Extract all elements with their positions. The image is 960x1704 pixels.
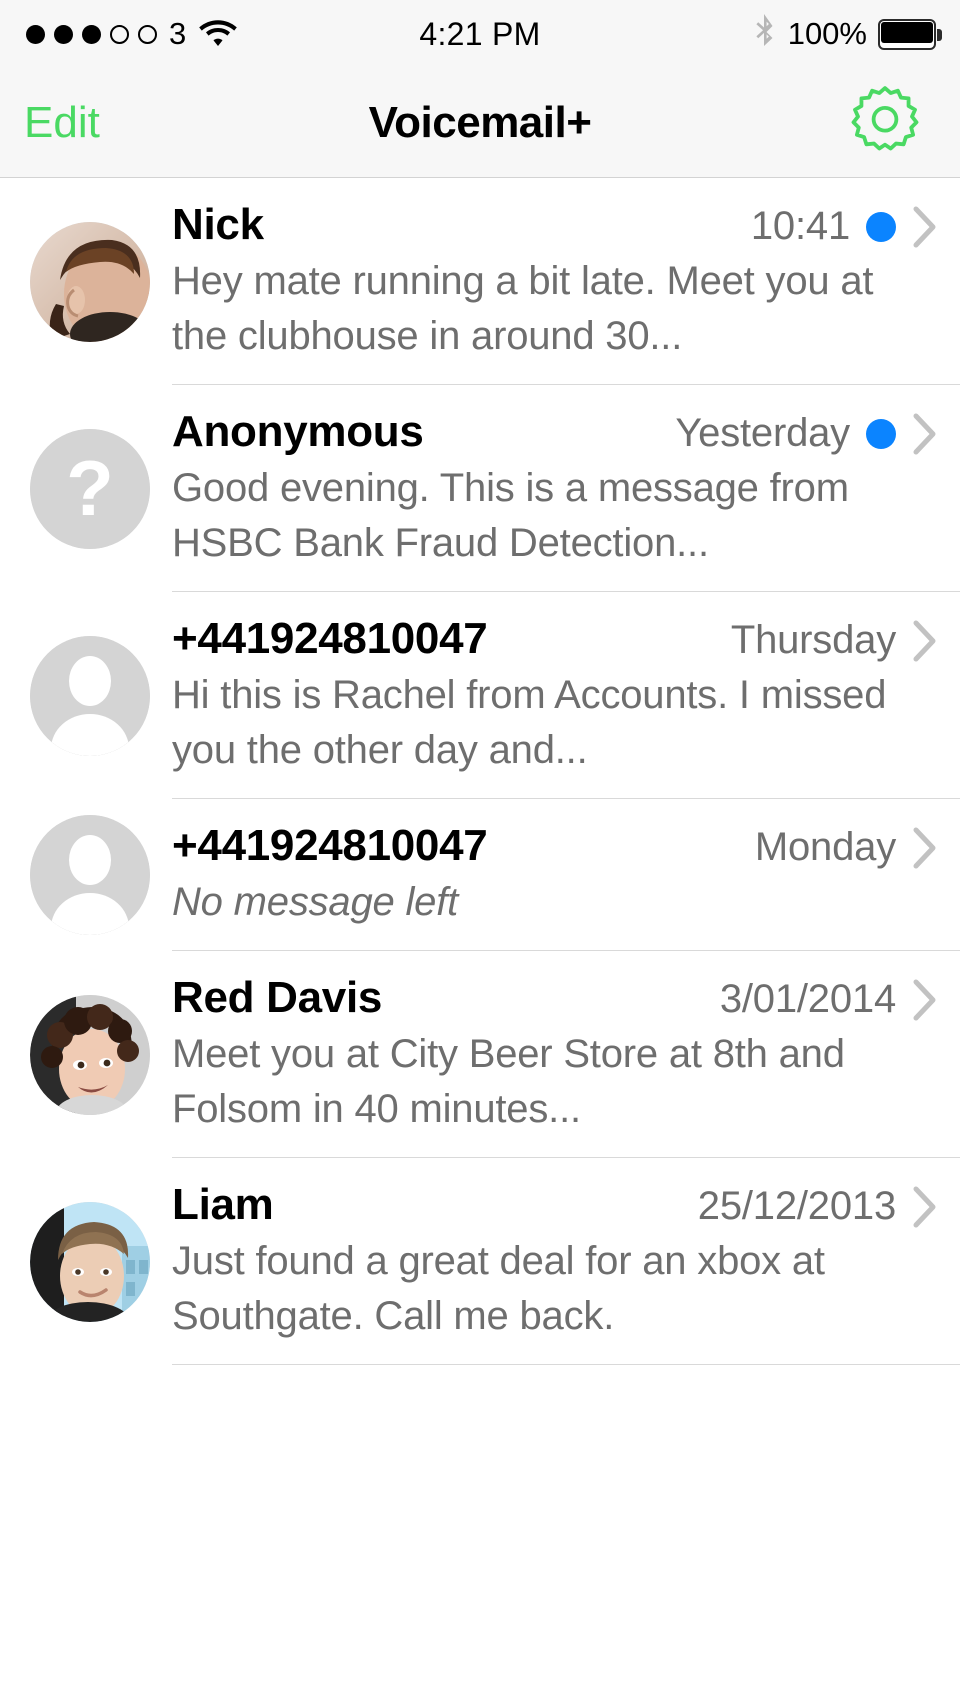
voicemail-timestamp: 25/12/2013 xyxy=(697,1184,896,1228)
avatar-anonymous: ? xyxy=(30,428,150,549)
avatar-container xyxy=(0,1201,172,1322)
voicemail-row[interactable]: Nick 10:41 Hey mate running a bit late. Me… xyxy=(0,178,960,385)
voicemail-row-body: Liam 25/12/2013 Just found a great deal fo… xyxy=(172,1158,960,1365)
voicemail-row-body: +441924810047 Thursday Hi this is Rachel f… xyxy=(172,592,960,799)
voicemail-preview-text: Good evening. This is a message from HSB… xyxy=(172,466,849,565)
page-title: Voicemail+ xyxy=(368,97,592,147)
voicemail-list[interactable]: Nick 10:41 Hey mate running a bit late. Me… xyxy=(0,178,960,1365)
chevron-right-icon[interactable] xyxy=(912,619,938,663)
chevron-right-icon[interactable] xyxy=(912,205,938,249)
voicemail-row-meta: Monday xyxy=(737,825,938,870)
bluetooth-icon xyxy=(755,13,777,55)
voicemail-row-body: Red Davis 3/01/2014 Meet you at City Beer … xyxy=(172,951,960,1158)
unread-indicator-dot xyxy=(866,418,896,449)
voicemail-row-meta: Yesterday xyxy=(657,411,938,456)
voicemail-preview-text: Hi this is Rachel from Accounts. I misse… xyxy=(172,673,887,772)
voicemail-row[interactable]: ? Anonymous Yesterday Good evening. This i… xyxy=(0,385,960,592)
voicemail-row-body: Nick 10:41 Hey mate running a bit late. Me… xyxy=(172,178,960,385)
voicemail-timestamp: Yesterday xyxy=(675,411,850,455)
wifi-icon xyxy=(199,17,238,52)
voicemail-row-meta: 25/12/2013 xyxy=(680,1184,938,1229)
voicemail-row-body: Anonymous Yesterday Good evening. This is … xyxy=(172,385,960,592)
voicemail-row-header: Liam 25/12/2013 xyxy=(172,1158,938,1230)
chevron-right-icon[interactable] xyxy=(912,826,938,870)
voicemail-row[interactable]: Liam 25/12/2013 Just found a great deal fo… xyxy=(0,1158,960,1365)
empty-list-area xyxy=(0,1365,960,1703)
avatar-unknown-contact xyxy=(30,815,150,935)
avatar-nick xyxy=(30,221,150,342)
voicemail-row-header: Red Davis 3/01/2014 xyxy=(172,951,938,1023)
voicemail-row-header: +441924810047 Monday xyxy=(172,799,938,871)
avatar-container xyxy=(0,221,172,342)
chevron-right-icon[interactable] xyxy=(912,1185,938,1229)
battery-icon xyxy=(878,18,942,50)
avatar-unknown-contact xyxy=(30,635,150,756)
voicemail-timestamp: 3/01/2014 xyxy=(719,977,896,1021)
avatar-liam xyxy=(30,1201,150,1322)
voicemail-preview-text: Meet you at City Beer Store at 8th and F… xyxy=(172,1032,845,1131)
svg-text:?: ? xyxy=(66,444,114,532)
battery-percent-label: 100% xyxy=(787,16,867,51)
navigation-bar: Edit Voicemail+ xyxy=(0,68,960,178)
voicemail-sender-name: +441924810047 xyxy=(172,821,488,870)
avatar-container xyxy=(0,635,172,756)
voicemail-row-meta: 10:41 xyxy=(733,204,938,249)
voicemail-row-header: +441924810047 Thursday xyxy=(172,592,938,664)
voicemail-preview-text: Hey mate running a bit late. Meet you at… xyxy=(172,259,874,358)
voicemail-timestamp: 10:41 xyxy=(750,204,850,248)
voicemail-sender-name: Nick xyxy=(172,200,264,249)
voicemail-sender-name: +441924810047 xyxy=(172,614,488,663)
voicemail-timestamp: Monday xyxy=(754,825,896,869)
status-bar-clock: 4:21 PM xyxy=(419,15,541,52)
voicemail-preview-text: Just found a great deal for an xbox at S… xyxy=(172,1239,825,1338)
voicemail-row-header: Nick 10:41 xyxy=(172,178,938,250)
unread-indicator-dot xyxy=(866,211,896,242)
voicemail-row-body: +441924810047 Monday No message left xyxy=(172,799,960,951)
voicemail-sender-name: Red Davis xyxy=(172,973,383,1022)
voicemail-row-meta: Thursday xyxy=(713,618,938,663)
voicemail-sender-name: Anonymous xyxy=(172,407,424,456)
voicemail-app-screen: 3 4:21 PM 100% Edit Voicemail+ Nick 10:4… xyxy=(0,0,960,1704)
voicemail-row-meta: 3/01/2014 xyxy=(702,977,938,1022)
voicemail-sender-name: Liam xyxy=(172,1180,274,1229)
status-bar-right: 100% xyxy=(755,0,942,68)
avatar-container xyxy=(0,815,172,935)
voicemail-preview-text: No message left xyxy=(172,880,459,924)
avatar-container xyxy=(0,994,172,1115)
avatar-container: ? xyxy=(0,428,172,549)
voicemail-row-header: Anonymous Yesterday xyxy=(172,385,938,457)
voicemail-row[interactable]: +441924810047 Thursday Hi this is Rachel f… xyxy=(0,592,960,799)
gear-icon xyxy=(847,82,923,163)
voicemail-row[interactable]: Red Davis 3/01/2014 Meet you at City Beer … xyxy=(0,951,960,1158)
carrier-name: 3 xyxy=(169,16,187,51)
signal-strength-icon xyxy=(26,24,157,44)
chevron-right-icon[interactable] xyxy=(912,978,938,1022)
settings-gear-button[interactable] xyxy=(847,85,923,161)
voicemail-row[interactable]: +441924810047 Monday No message left xyxy=(0,799,960,951)
status-bar: 3 4:21 PM 100% xyxy=(0,0,960,68)
chevron-right-icon[interactable] xyxy=(912,412,938,456)
status-bar-left: 3 xyxy=(26,0,238,68)
avatar-red-davis xyxy=(30,994,150,1115)
voicemail-timestamp: Thursday xyxy=(730,618,896,662)
